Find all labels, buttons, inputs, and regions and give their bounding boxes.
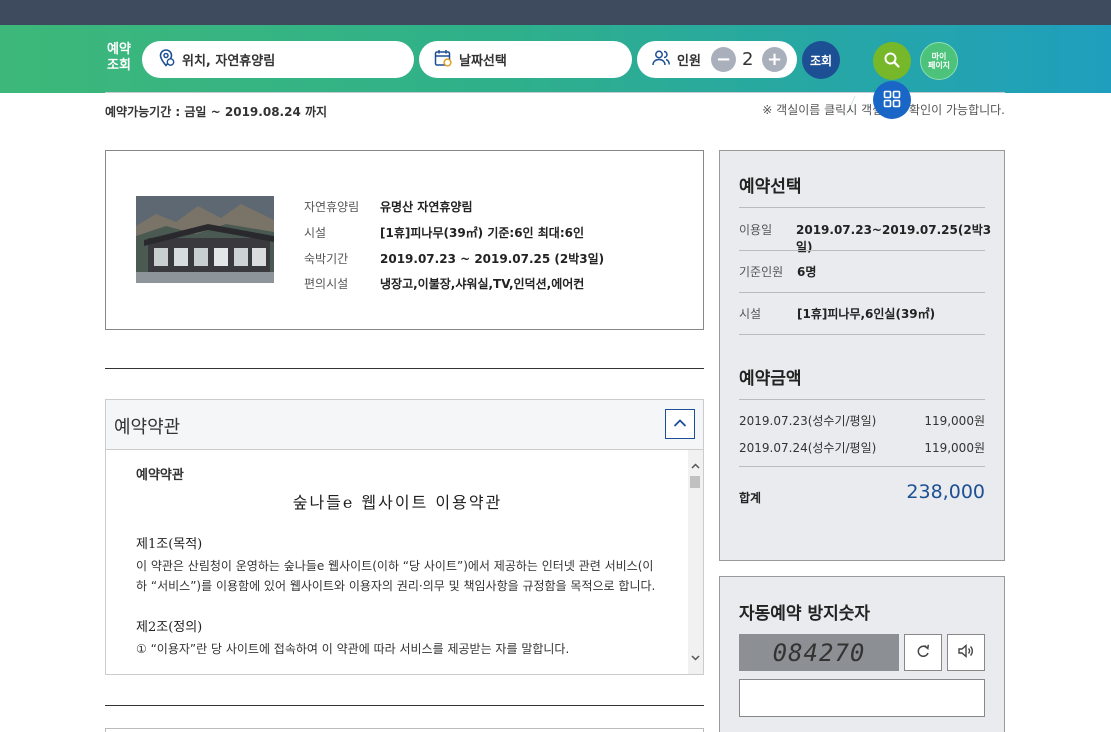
- terms-panel: 예약약관 예약약관 숲나들e 웹사이트 이용약관 제1조(목적) 이 약관은 산…: [105, 399, 704, 675]
- search-bar-label: 예약 조회: [107, 42, 131, 73]
- reservation-info-box: 자연휴양림 유명산 자연휴양림 시설 [1휴]피나무(39㎡) 기준:6인 최대…: [105, 150, 704, 330]
- terms-section-title: 제2조(정의): [136, 620, 203, 635]
- person-label: 인원: [677, 54, 701, 69]
- captcha-refresh-button[interactable]: [904, 634, 942, 671]
- search-icon: [883, 51, 901, 72]
- people-icon: [651, 48, 671, 71]
- summary-divider: [739, 250, 985, 251]
- location-pin-icon: [156, 48, 176, 71]
- section-divider: [105, 705, 704, 706]
- facility-thumbnail: [136, 196, 274, 283]
- selection-title: 예약선택: [739, 177, 802, 197]
- terms-content: 예약약관 숲나들e 웹사이트 이용약관 제1조(목적) 이 약관은 산림청이 운…: [106, 450, 689, 674]
- mypage-label-line1: 마이: [931, 52, 947, 61]
- scroll-down-arrow-icon[interactable]: [691, 650, 700, 664]
- summary-row-persons: 기준인원 6명: [739, 265, 817, 279]
- terms-section-title: 제1조(목적): [136, 537, 203, 552]
- scrollbar-thumb[interactable]: [690, 476, 700, 488]
- mypage-button[interactable]: 마이 페이지: [920, 42, 958, 80]
- reservation-period-text: 예약가능기간 : 금일 ~ 2019.08.24 까지: [105, 105, 328, 119]
- terms-header: 예약약관: [106, 400, 703, 450]
- reservation-search-bar: 예약 조회 위치, 자연휴양림 날짜선택 인원 − 2 + 조회 마이 페이지: [0, 25, 1111, 117]
- search-shortcut-button[interactable]: [873, 42, 911, 80]
- date-select-text: 날짜선택: [459, 54, 507, 69]
- mypage-label-line2: 페이지: [927, 61, 951, 70]
- summary-divider: [739, 292, 985, 293]
- summary-divider: [739, 207, 985, 208]
- info-row-stay-period: 숙박기간 2019.07.23 ~ 2019.07.25 (2박3일): [304, 252, 605, 266]
- summary-row-facility: 시설 [1휴]피나무,6인실(39㎡): [739, 307, 936, 321]
- summary-divider: [739, 399, 985, 400]
- captcha-audio-button[interactable]: [947, 634, 985, 671]
- summary-divider: [739, 334, 985, 335]
- info-row-forest: 자연휴양림 유명산 자연휴양림: [304, 200, 473, 214]
- captcha-panel: 자동예약 방지숫자 084270: [719, 576, 1005, 732]
- grid-menu-icon: [883, 90, 901, 111]
- terms-title: 예약약관: [114, 417, 181, 438]
- info-row-amenities: 편의시설 냉장고,이불장,샤워실,TV,인덕션,에어컨: [304, 277, 585, 291]
- info-row-facility: 시설 [1휴]피나무(39㎡) 기준:6인 최대:6인: [304, 226, 585, 240]
- terms-body-heading: 예약약관: [136, 468, 184, 483]
- next-panel: [105, 728, 704, 732]
- section-divider: [105, 368, 704, 369]
- chevron-up-icon: [673, 417, 687, 431]
- person-stepper: 인원 − 2 +: [637, 41, 797, 78]
- captcha-input[interactable]: [739, 679, 985, 717]
- scroll-up-arrow-icon[interactable]: [691, 458, 700, 472]
- person-count: 2: [742, 49, 754, 70]
- decrease-person-button[interactable]: −: [711, 47, 736, 72]
- increase-person-button[interactable]: +: [762, 47, 787, 72]
- terms-section-text: ① “이용자”란 당 사이트에 접속하여 이 약관에 따라 서비스를 제공받는 …: [136, 642, 570, 656]
- terms-scrollbar[interactable]: [688, 450, 703, 674]
- price-title: 예약금액: [739, 369, 802, 389]
- summary-divider: [739, 466, 985, 467]
- calendar-icon: [433, 48, 453, 71]
- total-amount: 238,000: [906, 481, 985, 503]
- top-header-bar: [0, 0, 1111, 25]
- date-select[interactable]: 날짜선택: [419, 41, 632, 78]
- captcha-image: 084270: [739, 634, 899, 671]
- speaker-icon: [957, 643, 975, 662]
- terms-document-title: 숲나들e 웹사이트 이용약관: [292, 493, 503, 512]
- location-select[interactable]: 위치, 자연휴양림: [142, 41, 414, 78]
- location-select-text: 위치, 자연휴양림: [182, 54, 276, 69]
- total-label: 합계: [739, 491, 762, 505]
- section-divider: [105, 92, 1005, 93]
- captcha-title: 자동예약 방지숫자: [739, 604, 871, 624]
- price-row: 2019.07.24(성수기/평일) 119,000원: [739, 441, 985, 455]
- menu-button[interactable]: [873, 81, 911, 119]
- terms-collapse-button[interactable]: [665, 409, 695, 439]
- reservation-summary-panel: 예약선택 이용일 2019.07.23~2019.07.25(2박3일) 기준인…: [719, 150, 1005, 561]
- refresh-icon: [915, 643, 931, 662]
- price-row: 2019.07.23(성수기/평일) 119,000원: [739, 414, 985, 428]
- search-submit-button[interactable]: 조회: [802, 41, 840, 79]
- terms-section-text: 이 약관은 산림청이 운영하는 숲나들e 웹사이트(이하 “당 사이트”)에서 …: [136, 559, 656, 593]
